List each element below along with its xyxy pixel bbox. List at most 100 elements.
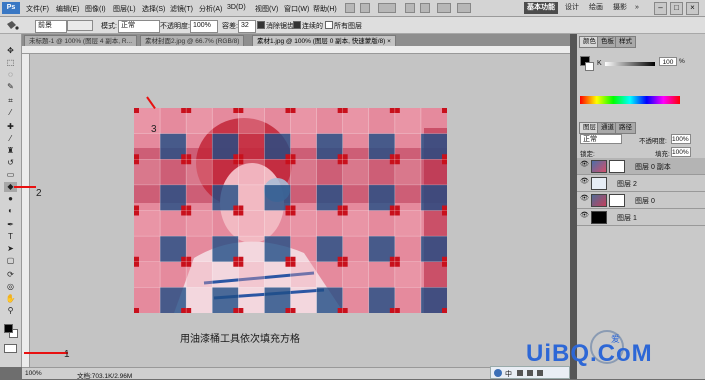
tolerance-input[interactable]: 32 bbox=[238, 20, 256, 33]
clone-stamp-tool-icon[interactable]: ♜ bbox=[4, 146, 17, 156]
history-brush-tool-icon[interactable]: ↺ bbox=[4, 158, 17, 168]
3d-rotate-tool-icon[interactable]: ⟳ bbox=[4, 270, 17, 280]
fill-label: 填充: bbox=[655, 151, 670, 158]
antialias-check-mark[interactable] bbox=[257, 21, 265, 29]
eye-icon[interactable]: 👁 bbox=[580, 212, 589, 219]
layer-row-layer1[interactable]: 👁 图层 1 bbox=[577, 209, 705, 226]
mode-label: 模式: bbox=[101, 23, 117, 30]
menu-image[interactable]: 图像(I) bbox=[85, 4, 106, 14]
menu-edit[interactable]: 编辑(E) bbox=[56, 4, 79, 14]
dodge-tool-icon[interactable]: ◐ bbox=[4, 206, 17, 216]
opacity-input[interactable]: 100% bbox=[190, 20, 218, 33]
slider-label-k: K bbox=[597, 60, 602, 67]
type-tool-icon[interactable]: T bbox=[4, 232, 17, 242]
screen-mode-icon[interactable] bbox=[457, 3, 471, 13]
arrow-tool bbox=[14, 186, 36, 188]
3d-orbit-tool-icon[interactable]: ◎ bbox=[4, 282, 17, 292]
ime-settings-icon[interactable] bbox=[537, 370, 543, 376]
arrow-bottom bbox=[24, 352, 68, 354]
eye-icon[interactable]: 👁 bbox=[580, 195, 589, 202]
maximize-button[interactable]: □ bbox=[670, 2, 683, 15]
workspace-painting[interactable]: 绘画 bbox=[586, 2, 606, 14]
healing-brush-tool-icon[interactable]: ✚ bbox=[4, 122, 17, 132]
rotate-view-icon[interactable] bbox=[420, 3, 430, 13]
eye-icon[interactable]: 👁 bbox=[580, 178, 589, 185]
eraser-tool-icon[interactable]: ▭ bbox=[4, 170, 17, 180]
menu-filter[interactable]: 滤镜(T) bbox=[170, 4, 193, 14]
layer-thumbnail bbox=[591, 194, 607, 207]
path-select-tool-icon[interactable]: ➤ bbox=[4, 244, 17, 254]
pen-tool-icon[interactable]: ✒ bbox=[4, 220, 17, 230]
brush-tool-icon[interactable]: ⁄ bbox=[4, 134, 17, 144]
crop-tool-icon[interactable]: ⌗ bbox=[4, 96, 17, 106]
workspace-essentials[interactable]: 基本功能 bbox=[524, 2, 558, 14]
contiguous-check-mark[interactable] bbox=[293, 21, 301, 29]
panel-collapse-strip[interactable] bbox=[570, 34, 577, 379]
lasso-tool-icon[interactable]: ◌ bbox=[4, 70, 17, 80]
zoom-readout[interactable]: 100% bbox=[25, 370, 42, 377]
annotation-2: 2 bbox=[36, 188, 42, 199]
mode-select[interactable]: 正常 bbox=[118, 20, 160, 33]
layer-opacity-input[interactable]: 100% bbox=[671, 134, 691, 144]
color-panel-background[interactable] bbox=[585, 62, 594, 71]
blend-mode-select[interactable]: 正常 bbox=[580, 134, 622, 144]
menu-analysis[interactable]: 分析(A) bbox=[199, 4, 222, 14]
menu-help[interactable]: 帮助(H) bbox=[313, 4, 337, 14]
quick-mask-button[interactable] bbox=[4, 344, 17, 353]
k-unit: % bbox=[679, 58, 685, 65]
antialias-checkbox[interactable]: 消除锯齿 bbox=[257, 21, 294, 31]
eyedropper-tool-icon[interactable]: ⁄ bbox=[4, 108, 17, 118]
mini-bridge-icon[interactable] bbox=[360, 3, 370, 13]
arrange-docs-icon[interactable] bbox=[437, 3, 451, 13]
contiguous-checkbox[interactable]: 连续的 bbox=[293, 21, 323, 31]
quick-select-tool-icon[interactable]: ✎ bbox=[4, 82, 17, 92]
bridge-icon[interactable] bbox=[345, 3, 355, 13]
layer-row-layer0[interactable]: 👁 图层 0 bbox=[577, 192, 705, 209]
ime-logo-icon[interactable] bbox=[494, 369, 502, 377]
all-layers-checkbox[interactable]: 所有图层 bbox=[325, 21, 362, 31]
blur-tool-icon[interactable]: ● bbox=[4, 194, 17, 204]
layer-mask-thumbnail bbox=[609, 160, 625, 173]
ime-punct-icon[interactable] bbox=[517, 370, 523, 376]
foreground-color-swatch[interactable] bbox=[4, 324, 13, 333]
zoom-level-dropdown[interactable] bbox=[378, 3, 396, 13]
menu-select[interactable]: 选择(S) bbox=[142, 4, 165, 14]
tab-paths[interactable]: 路径 bbox=[615, 122, 636, 134]
marquee-tool-icon[interactable]: ⬚ bbox=[4, 58, 17, 68]
menu-file[interactable]: 文件(F) bbox=[26, 4, 49, 14]
shape-tool-icon[interactable]: ▢ bbox=[4, 256, 17, 266]
workspace-photography[interactable]: 摄影 bbox=[610, 2, 630, 14]
zoom-tool-icon[interactable]: ⚲ bbox=[4, 306, 17, 316]
menu-view[interactable]: 视图(V) bbox=[255, 4, 278, 14]
tab-styles[interactable]: 样式 bbox=[615, 36, 636, 48]
all-layers-check-mark[interactable] bbox=[325, 21, 333, 29]
annotation-3: 3 bbox=[151, 124, 157, 135]
workspace-overflow[interactable]: » bbox=[632, 2, 642, 14]
hand-tool-icon[interactable]: ✋ bbox=[4, 294, 17, 304]
layer-row-layer0-copy[interactable]: 👁 图层 0 副本 bbox=[577, 158, 705, 175]
layer-row-layer2[interactable]: 👁 图层 2 bbox=[577, 175, 705, 192]
app-logo: Ps bbox=[2, 2, 20, 14]
k-slider[interactable] bbox=[605, 62, 655, 66]
ime-mode-label[interactable]: 中 bbox=[505, 369, 512, 379]
move-tool-icon[interactable]: ✥ bbox=[4, 46, 17, 56]
k-value-input[interactable]: 100 bbox=[659, 57, 677, 66]
menu-window[interactable]: 窗口(W) bbox=[284, 4, 309, 14]
color-spectrum-bar[interactable] bbox=[580, 96, 680, 104]
eye-icon[interactable]: 👁 bbox=[580, 161, 589, 168]
menu-layer[interactable]: 图层(L) bbox=[113, 4, 136, 14]
document-tabs-bar: 未标题-1 @ 100% (图层 4 副本, R... 素材封面2.jpg @ … bbox=[22, 34, 570, 47]
image-canvas[interactable] bbox=[134, 108, 447, 313]
workspace-design[interactable]: 设计 bbox=[562, 2, 582, 14]
ime-keyboard-icon[interactable] bbox=[527, 370, 533, 376]
layer-thumbnail bbox=[591, 211, 607, 224]
layer-name: 图层 0 bbox=[635, 198, 655, 205]
pattern-picker[interactable] bbox=[67, 20, 93, 31]
fill-source-select[interactable]: 前景 bbox=[35, 20, 67, 33]
menu-3d[interactable]: 3D(D) bbox=[227, 4, 246, 11]
fill-input[interactable]: 100% bbox=[671, 147, 691, 157]
close-button[interactable]: × bbox=[686, 2, 699, 15]
minimize-button[interactable]: – bbox=[654, 2, 667, 15]
paint-bucket-tool-preset-icon[interactable] bbox=[4, 20, 20, 31]
hand-icon[interactable] bbox=[405, 3, 415, 13]
